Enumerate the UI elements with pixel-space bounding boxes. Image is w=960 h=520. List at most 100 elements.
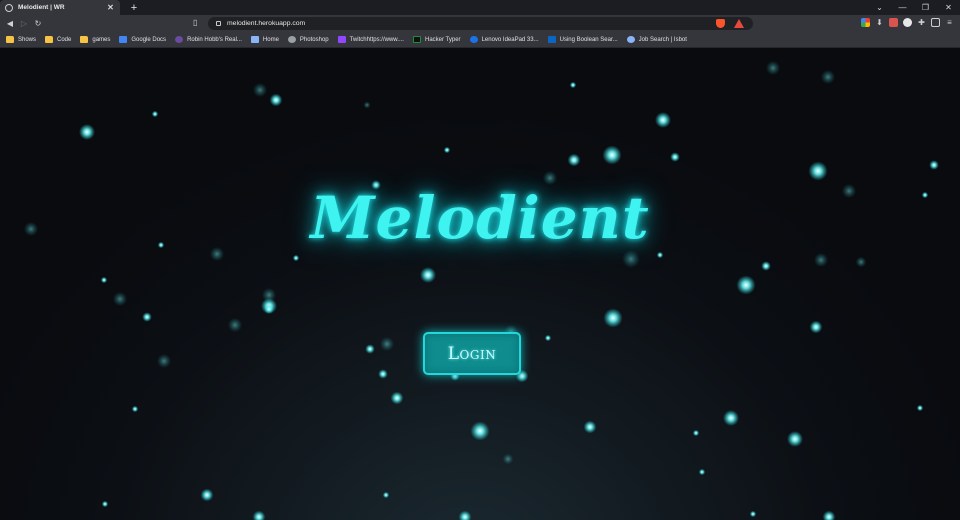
window-controls: ⌄ — ❐ ✕ bbox=[868, 0, 960, 15]
bookmark-home[interactable]: Home bbox=[250, 36, 279, 43]
particle bbox=[787, 431, 803, 447]
particle bbox=[765, 60, 781, 76]
particle bbox=[200, 488, 214, 502]
terminal-icon bbox=[412, 36, 421, 43]
bookmark-shows[interactable]: Shows bbox=[6, 36, 36, 43]
home-site-icon bbox=[250, 36, 259, 43]
particle bbox=[100, 276, 108, 284]
particle bbox=[470, 421, 490, 441]
bookmarks-bar: Shows Code games Google Docs Robin Hobb'… bbox=[0, 32, 960, 48]
linkedin-icon bbox=[547, 36, 556, 43]
forward-icon[interactable]: ▷ bbox=[17, 19, 31, 28]
particle bbox=[79, 124, 95, 140]
login-button[interactable]: Login bbox=[423, 332, 521, 375]
particle bbox=[813, 252, 829, 268]
particle bbox=[929, 160, 939, 170]
address-url: melodient.herokuapp.com bbox=[227, 20, 306, 27]
wallet-icon[interactable] bbox=[931, 18, 940, 27]
bookmark-code[interactable]: Code bbox=[45, 36, 71, 43]
twitch-icon bbox=[337, 36, 346, 43]
particle bbox=[692, 429, 700, 437]
particle bbox=[420, 267, 436, 283]
brave-shields-icon[interactable] bbox=[716, 19, 725, 28]
brave-rewards-icon[interactable] bbox=[734, 19, 744, 28]
bookmark-games[interactable]: games bbox=[80, 36, 110, 43]
folder-icon bbox=[6, 36, 14, 43]
minimize-button[interactable]: — bbox=[891, 3, 914, 12]
close-tab-icon[interactable]: ✕ bbox=[106, 3, 115, 12]
logo-text: Melodient bbox=[310, 184, 650, 252]
isbot-icon bbox=[626, 36, 635, 43]
bookmark-hacker-typer[interactable]: Hacker Typer bbox=[412, 36, 461, 43]
page-content: Melodient ♥ Login bbox=[0, 48, 960, 520]
tab-strip: Melodient | WR ✕ + ⌄ — ❐ ✕ bbox=[0, 0, 960, 15]
bookmark-boolean-search[interactable]: Using Boolean Sear... bbox=[547, 36, 618, 43]
particle bbox=[655, 112, 671, 128]
particle bbox=[379, 336, 395, 352]
particle bbox=[656, 251, 664, 259]
back-icon[interactable]: ◀ bbox=[3, 19, 17, 28]
particle bbox=[378, 369, 388, 379]
folder-icon bbox=[45, 36, 54, 43]
globe-icon bbox=[287, 36, 296, 43]
particle bbox=[622, 250, 640, 268]
particle bbox=[544, 334, 552, 342]
bookmark-twitch[interactable]: Twitchhttps://www.... bbox=[337, 36, 404, 43]
particles-group bbox=[23, 60, 939, 520]
particle bbox=[736, 275, 756, 295]
close-window-button[interactable]: ✕ bbox=[937, 3, 960, 12]
extensions-area: ⬇ ✚ ≡ bbox=[861, 18, 954, 27]
particle bbox=[252, 510, 266, 520]
puzzle-extensions-icon[interactable]: ✚ bbox=[917, 18, 926, 27]
particle bbox=[569, 81, 577, 89]
particle bbox=[698, 468, 706, 476]
restore-button[interactable]: ❐ bbox=[914, 3, 937, 12]
particle bbox=[292, 254, 300, 262]
dropper-extension-icon[interactable]: ⬇ bbox=[875, 18, 884, 27]
bookmark-job-search[interactable]: Job Search | Isbot bbox=[626, 36, 687, 43]
particle bbox=[749, 510, 757, 518]
globe-icon bbox=[5, 3, 13, 12]
particle bbox=[723, 410, 739, 426]
address-bar[interactable]: melodient.herokuapp.com bbox=[208, 17, 753, 30]
heart-icon: ♥ bbox=[502, 190, 510, 204]
particle bbox=[855, 256, 867, 268]
browser-toolbar: ◀ ▷ ↻ ▯ melodient.herokuapp.com ⬇ ✚ ≡ bbox=[0, 15, 960, 32]
site-icon bbox=[175, 36, 184, 43]
particle bbox=[112, 291, 128, 307]
particle bbox=[808, 161, 828, 181]
bookmark-photoshop[interactable]: Photoshop bbox=[287, 36, 329, 43]
particle bbox=[151, 110, 159, 118]
particle bbox=[131, 405, 139, 413]
particle bbox=[382, 491, 390, 499]
bookmark-google-docs[interactable]: Google Docs bbox=[119, 36, 166, 43]
folder-icon bbox=[80, 36, 89, 43]
particle bbox=[809, 320, 823, 334]
particle bbox=[916, 404, 924, 412]
new-tab-button[interactable]: + bbox=[126, 1, 142, 15]
particle bbox=[363, 101, 371, 109]
particle bbox=[227, 317, 243, 333]
particle bbox=[820, 69, 836, 85]
bookmark-lenovo[interactable]: Lenovo IdeaPad 33... bbox=[469, 36, 539, 43]
particle bbox=[365, 344, 375, 354]
red-extension-icon[interactable] bbox=[889, 18, 898, 27]
particle-field bbox=[23, 60, 939, 520]
tab-title: Melodient | WR bbox=[18, 4, 65, 11]
particle bbox=[502, 453, 514, 465]
particle bbox=[567, 153, 581, 167]
menu-icon[interactable]: ≡ bbox=[945, 18, 954, 27]
particle bbox=[101, 500, 109, 508]
bookmark-robin-hobb[interactable]: Robin Hobb's Real... bbox=[175, 36, 242, 43]
browser-tab[interactable]: Melodient | WR ✕ bbox=[0, 0, 120, 15]
bookmark-icon[interactable]: ▯ bbox=[193, 18, 197, 27]
shield-extension-icon[interactable] bbox=[903, 18, 912, 27]
particle bbox=[602, 145, 622, 165]
particle bbox=[761, 261, 771, 271]
tab-search-icon[interactable]: ⌄ bbox=[868, 3, 891, 12]
color-picker-extension-icon[interactable] bbox=[861, 18, 870, 27]
particle bbox=[670, 152, 680, 162]
particle bbox=[390, 391, 404, 405]
reload-icon[interactable]: ↻ bbox=[31, 19, 45, 28]
particle bbox=[156, 353, 172, 369]
